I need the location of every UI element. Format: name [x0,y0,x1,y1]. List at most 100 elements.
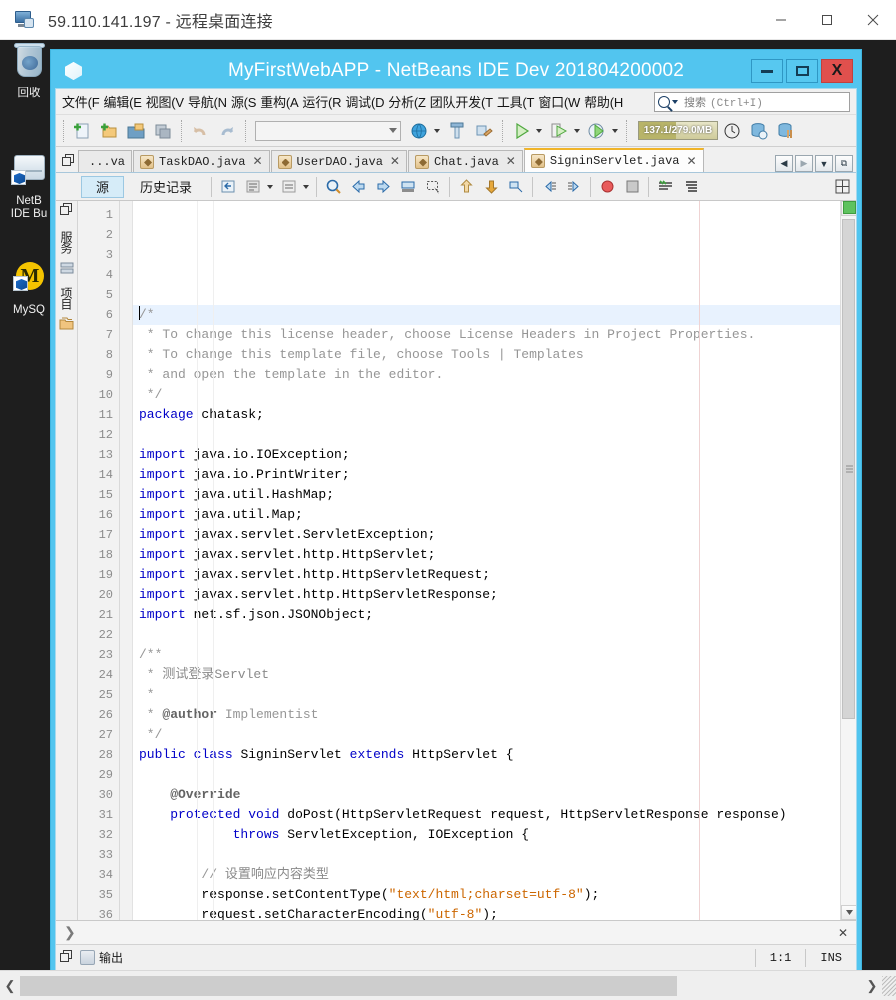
output-window-tab[interactable]: 输出 [80,949,123,966]
new-file-icon[interactable] [69,118,95,144]
chevron-down-icon[interactable] [574,128,580,133]
netbeans-minimize-button[interactable] [751,59,783,83]
db-history-icon[interactable] [746,118,772,144]
code-line[interactable]: response.setContentType("text/html;chars… [133,885,840,905]
toggle-bookmark-icon[interactable] [504,175,528,199]
netbeans-close-button[interactable]: X [821,59,853,83]
redo-icon[interactable] [214,118,240,144]
code-line[interactable]: /** [133,645,840,665]
code-line[interactable]: * To change this template file, choose T… [133,345,840,365]
chevron-right-icon[interactable]: ❯ [64,924,76,941]
code-line[interactable] [133,625,840,645]
sidebar-item-projects[interactable]: 项目 [57,283,76,313]
db-library-icon[interactable] [773,118,799,144]
chevron-down-icon[interactable] [434,128,440,133]
code-line[interactable]: */ [133,725,840,745]
run-project-icon[interactable] [508,118,534,144]
previous-bookmark-icon[interactable] [454,175,478,199]
menu-window[interactable]: 窗口(W [536,89,582,114]
resize-grip-icon[interactable] [882,975,896,996]
menu-run[interactable]: 运行(R [300,89,343,114]
shift-left-icon[interactable] [537,175,561,199]
code-line[interactable]: import java.util.HashMap; [133,485,840,505]
scroll-track[interactable] [20,975,862,996]
menu-file[interactable]: 文件(F [60,89,101,114]
code-line[interactable]: @Override [133,785,840,805]
rdp-close-button[interactable] [850,0,896,40]
netbeans-maximize-button[interactable] [786,59,818,83]
code-editor[interactable]: 1 2 3 4 5 6 7 8 9 10 11 12 13 14 15 16 17 18 19 20 21 22 23 24 2… [78,201,856,920]
menu-navigate[interactable]: 导航(N [186,89,229,114]
shift-right-icon[interactable] [562,175,586,199]
code-line[interactable]: import javax.servlet.ServletException; [133,525,840,545]
gc-icon[interactable] [719,118,745,144]
next-bookmark-icon[interactable] [479,175,503,199]
uncomment-icon[interactable] [277,175,301,199]
editor-vertical-scrollbar[interactable] [840,201,856,920]
start-macro-recording-icon[interactable] [595,175,619,199]
format-icon[interactable] [653,175,677,199]
menu-team[interactable]: 团队开发(T [428,89,495,114]
close-icon[interactable]: ✕ [252,154,262,169]
code-line[interactable]: * @author Implementist [133,705,840,725]
project-config-combo[interactable] [255,120,401,141]
scroll-left-button[interactable]: ❮ [0,971,20,1000]
editor-view-tab-source[interactable]: 源 [81,175,125,198]
code-line[interactable]: // 设置响应内容类型 [133,865,840,885]
chevron-down-icon[interactable] [612,128,618,133]
code-line[interactable]: import java.util.Map; [133,505,840,525]
file-tab-taskdao[interactable]: TaskDAO.java ✕ [133,150,270,172]
comment-icon[interactable] [241,175,265,199]
code-line[interactable] [133,845,840,865]
chevron-down-icon[interactable] [303,184,310,189]
file-tab-chat[interactable]: Chat.java ✕ [407,150,523,172]
output-collapsed-bar[interactable]: ❯ ✕ [56,920,856,944]
code-line[interactable]: import net.sf.json.JSONObject; [133,605,840,625]
code-line[interactable]: package chatask; [133,405,840,425]
code-line[interactable]: throws ServletException, IOException { [133,825,840,845]
code-line[interactable] [133,425,840,445]
new-project-icon[interactable] [96,118,122,144]
code-line[interactable]: import java.io.PrintWriter; [133,465,840,485]
find-previous-icon[interactable] [346,175,370,199]
maximize-window-icon[interactable] [60,949,76,966]
code-line[interactable]: protected void doPost(HttpServletRequest… [133,805,840,825]
scrollbar-thumb[interactable] [20,975,677,996]
tab-maximize-button[interactable]: ⧉ [835,155,853,172]
code-line[interactable]: * [133,685,840,705]
code-line[interactable]: * 测试登录Servlet [133,665,840,685]
maximize-window-icon[interactable] [58,148,78,172]
scrollbar-thumb[interactable] [842,219,855,719]
code-line[interactable]: */ [133,385,840,405]
close-icon[interactable]: ✕ [838,926,848,940]
code-line[interactable]: request.setCharacterEncoding("utf-8"); [133,905,840,920]
tab-list-dropdown-button[interactable]: ▼ [815,155,833,172]
scroll-right-button[interactable]: ❯ [862,971,882,1000]
code-line[interactable]: * and open the template in the editor. [133,365,840,385]
rdp-horizontal-scrollbar[interactable]: ❮ ❯ [0,970,896,1000]
menu-edit[interactable]: 编辑(E [101,89,143,114]
code-line[interactable]: import javax.servlet.http.HttpServlet; [133,545,840,565]
rdp-maximize-button[interactable] [804,0,850,40]
stop-macro-recording-icon[interactable] [620,175,644,199]
code-line[interactable]: import javax.servlet.http.HttpServletReq… [133,565,840,585]
close-icon[interactable]: ✕ [390,154,400,169]
indent-icon[interactable] [678,175,702,199]
search-input[interactable]: 搜索 (Ctrl+I) [654,91,850,112]
debug-project-icon[interactable] [546,118,572,144]
profile-project-icon[interactable] [584,118,610,144]
editor-view-tab-history[interactable]: 历史记录 [125,176,207,198]
memory-usage-indicator[interactable]: 137.1/279.0MB [638,121,718,140]
code-line[interactable]: /* [133,305,840,325]
tab-scroll-right-button[interactable]: ▶ [795,155,813,172]
last-edit-icon[interactable] [216,175,240,199]
code-line[interactable]: import javax.servlet.http.HttpServletRes… [133,585,840,605]
menu-help[interactable]: 帮助(H [582,89,625,114]
menu-tools[interactable]: 工具(T [495,89,536,114]
save-all-icon[interactable] [150,118,176,144]
code-text[interactable]: /* * To change this license header, choo… [133,201,840,920]
tab-scroll-left-button[interactable]: ◀ [775,155,793,172]
code-line[interactable]: import java.io.IOException; [133,445,840,465]
rectangular-selection-icon[interactable] [421,175,445,199]
menu-view[interactable]: 视图(V [144,89,186,114]
